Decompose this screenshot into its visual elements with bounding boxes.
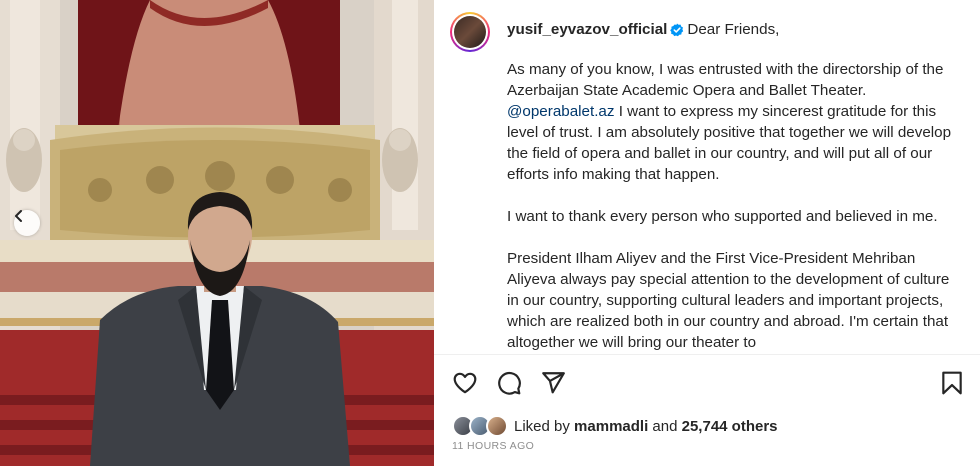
heart-icon[interactable] xyxy=(452,370,478,396)
chevron-left-icon xyxy=(15,210,22,222)
verified-badge-icon xyxy=(670,23,684,37)
username-link[interactable]: yusif_eyvazov_official xyxy=(507,21,667,38)
post-timestamp[interactable]: 11 HOURS AGO xyxy=(452,440,534,452)
post-caption: yusif_eyvazov_official Dear Friends, As … xyxy=(507,19,962,354)
caption-paragraph-3: I want to thank every person who support… xyxy=(507,208,938,225)
liker-username-link[interactable]: mammadli xyxy=(574,418,648,435)
bookmark-icon[interactable] xyxy=(940,370,964,396)
post-panel: yusif_eyvazov_official Dear Friends, As … xyxy=(434,0,980,466)
likes-text: Liked by mammadli and 25,744 others xyxy=(514,417,778,435)
avatar-image xyxy=(454,16,486,48)
mention-link[interactable]: @operabalet.az xyxy=(507,103,614,120)
caption-area: yusif_eyvazov_official Dear Friends, As … xyxy=(434,0,980,354)
liker-avatars xyxy=(452,415,510,437)
divider xyxy=(434,354,980,355)
caption-greeting: Dear Friends, xyxy=(687,21,780,38)
avatar[interactable] xyxy=(450,12,490,52)
previous-image-button[interactable] xyxy=(14,210,40,236)
opera-box-photo xyxy=(0,0,434,466)
comment-icon[interactable] xyxy=(496,370,522,396)
caption-paragraph-1: As many of you know, I was entrusted wit… xyxy=(507,61,944,99)
likes-summary: Liked by mammadli and 25,744 others xyxy=(452,414,778,438)
liker-avatar[interactable] xyxy=(486,415,508,437)
caption-paragraph-4: President Ilham Aliyev and the First Vic… xyxy=(507,250,950,351)
likes-count-link[interactable]: 25,744 others xyxy=(682,418,778,435)
post-image[interactable] xyxy=(0,0,434,466)
action-bar xyxy=(434,370,980,398)
paper-plane-icon[interactable] xyxy=(540,370,566,396)
